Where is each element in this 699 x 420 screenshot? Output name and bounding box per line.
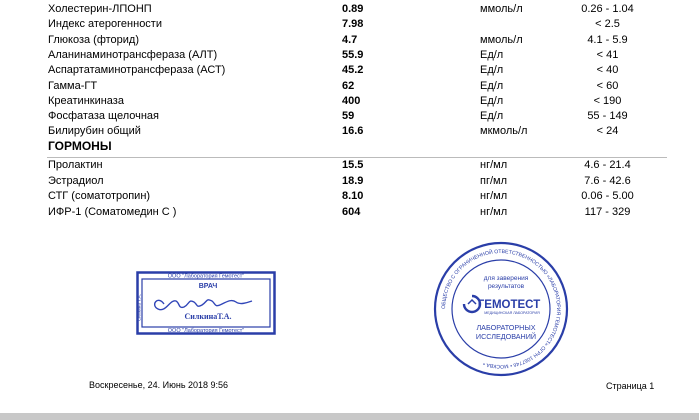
test-name: ИФР-1 (Соматомедин С ) — [48, 205, 177, 218]
test-name: Глюкоза (фторид) — [48, 33, 140, 46]
test-name: Холестерин-ЛПОНП — [48, 3, 152, 15]
lab-seal-line2: результатов — [488, 283, 525, 290]
test-reference-range: < 40 — [596, 64, 619, 77]
table-row: Холестерин-ЛПОНП 0.89 ммоль/л 0.26 - 1.04 — [0, 2, 699, 17]
test-name: Эстрадиол — [48, 174, 104, 187]
test-reference-range: < 2.5 — [595, 18, 620, 31]
test-value: 45.2 — [342, 64, 364, 77]
test-value: 62 — [342, 79, 355, 92]
test-unit: ммоль/л — [480, 33, 523, 46]
table-row: Билирубин общий 16.6 мкмоль/л < 24 — [0, 124, 699, 139]
table-row: Креатинкиназа 400 Ед/л < 190 — [0, 94, 699, 109]
table-row: ИФР-1 (Соматомедин С ) 604 нг/мл 117 - 329 — [0, 205, 699, 220]
test-reference-range: < 24 — [596, 125, 619, 138]
table-row: Пролактин 15.5 нг/мл 4.6 - 21.4 — [0, 158, 699, 173]
test-value: 15.5 — [342, 159, 364, 171]
signature-mark — [154, 299, 253, 311]
test-reference-range: 55 - 149 — [587, 110, 628, 123]
doctor-stamp-name: СилкинаТ.А. — [184, 312, 231, 321]
test-reference-range: 7.6 - 42.6 — [584, 174, 631, 187]
section-title-hormones: ГОРМОНЫ — [48, 139, 112, 153]
test-reference-range: 0.26 - 1.04 — [581, 3, 634, 15]
footer-date: Воскресенье, 24. Июнь 2018 9:56 — [89, 380, 229, 390]
test-value: 4.7 — [342, 33, 358, 46]
test-unit: нг/мл — [480, 205, 508, 218]
test-name: СТГ (соматотропин) — [48, 190, 151, 202]
test-value: 400 — [342, 94, 361, 107]
test-name: Креатинкиназа — [48, 94, 124, 107]
test-unit: ммоль/л — [480, 3, 523, 15]
test-value: 18.9 — [342, 174, 364, 187]
doctor-stamp-side-text: Силкина Т.А. — [137, 294, 142, 321]
lab-seal-line1: для заверения — [484, 275, 529, 282]
test-reference-range: 117 - 329 — [584, 205, 631, 218]
test-unit: Ед/л — [480, 110, 504, 123]
footer-page-number: Страница 1 — [606, 381, 655, 391]
doctor-stamp-role: ВРАЧ — [199, 283, 218, 290]
test-name: Гамма-ГТ — [48, 79, 98, 92]
test-unit: мкмоль/л — [480, 125, 528, 138]
test-reference-range: 0.06 - 5.00 — [581, 190, 634, 202]
table-row: Глюкоза (фторид) 4.7 ммоль/л 4.1 - 5.9 — [0, 33, 699, 48]
test-reference-range: < 60 — [596, 79, 619, 92]
viewer-bottom-bar — [0, 413, 699, 420]
test-value: 8.10 — [342, 190, 364, 202]
lab-seal-line3: ЛАБОРАТОРНЫХ — [476, 323, 535, 332]
lab-seal-brand: ГЕМОТЕСТ — [478, 299, 540, 311]
test-value: 59 — [342, 110, 355, 123]
doctor-stamp: ООО "Лаборатория Гемотест" ВРАЧ СилкинаТ… — [136, 271, 276, 335]
table-row: СТГ (соматотропин) 8.10 нг/мл 0.06 - 5.00 — [0, 189, 699, 204]
test-reference-range: 4.1 - 5.9 — [587, 33, 628, 46]
table-row: Гамма-ГТ 62 Ед/л < 60 — [0, 79, 699, 94]
test-reference-range: < 190 — [593, 94, 622, 107]
doctor-stamp-bottom-text: ООО "Лаборатория Гемотест" — [168, 328, 245, 334]
lab-seal-sub: МЕДИЦИНСКАЯ ЛАБОРАТОРИЯ — [484, 311, 540, 315]
test-value: 7.98 — [342, 18, 364, 31]
test-name: Пролактин — [48, 159, 103, 171]
table-row: Индекс атерогенности 7.98 < 2.5 — [0, 17, 699, 32]
doctor-stamp-top-text: ООО "Лаборатория Гемотест" — [168, 274, 245, 280]
test-value: 55.9 — [342, 48, 364, 61]
lab-seal: ОБЩЕСТВО С ОГРАНИЧЕННОЙ ОТВЕТСТВЕННОСТЬЮ… — [433, 241, 569, 377]
test-unit: нг/мл — [480, 159, 508, 171]
test-reference-range: 4.6 - 21.4 — [584, 159, 631, 171]
test-name: Аланинаминотрансфераза (АЛТ) — [48, 48, 218, 61]
test-value: 604 — [342, 205, 361, 218]
lab-seal-line4: ИССЛЕДОВАНИЙ — [476, 332, 536, 341]
test-value: 16.6 — [342, 125, 364, 138]
test-name: Аспартатаминотрансфераза (АСТ) — [48, 64, 226, 77]
table-row: Аланинаминотрансфераза (АЛТ) 55.9 Ед/л < 41 — [0, 48, 699, 63]
test-unit: Ед/л — [480, 94, 504, 107]
test-unit: Ед/л — [480, 79, 504, 92]
test-unit: нг/мл — [480, 190, 508, 202]
test-name: Билирубин общий — [48, 125, 141, 138]
table-row: Фосфатаза щелочная 59 Ед/л 55 - 149 — [0, 109, 699, 124]
test-value: 0.89 — [342, 3, 364, 15]
test-name: Индекс атерогенности — [48, 18, 162, 31]
test-unit: Ед/л — [480, 48, 504, 61]
test-unit: пг/мл — [480, 174, 508, 187]
table-row: Аспартатаминотрансфераза (АСТ) 45.2 Ед/л < … — [0, 63, 699, 78]
test-reference-range: < 41 — [596, 48, 619, 61]
test-name: Фосфатаза щелочная — [48, 110, 160, 123]
report-page: Холестерин-ЛПОНП 0.89 ммоль/л 0.26 - 1.04 Ин… — [0, 0, 699, 413]
test-unit: Ед/л — [480, 64, 504, 77]
table-row: Эстрадиол 18.9 пг/мл 7.6 - 42.6 — [0, 174, 699, 189]
